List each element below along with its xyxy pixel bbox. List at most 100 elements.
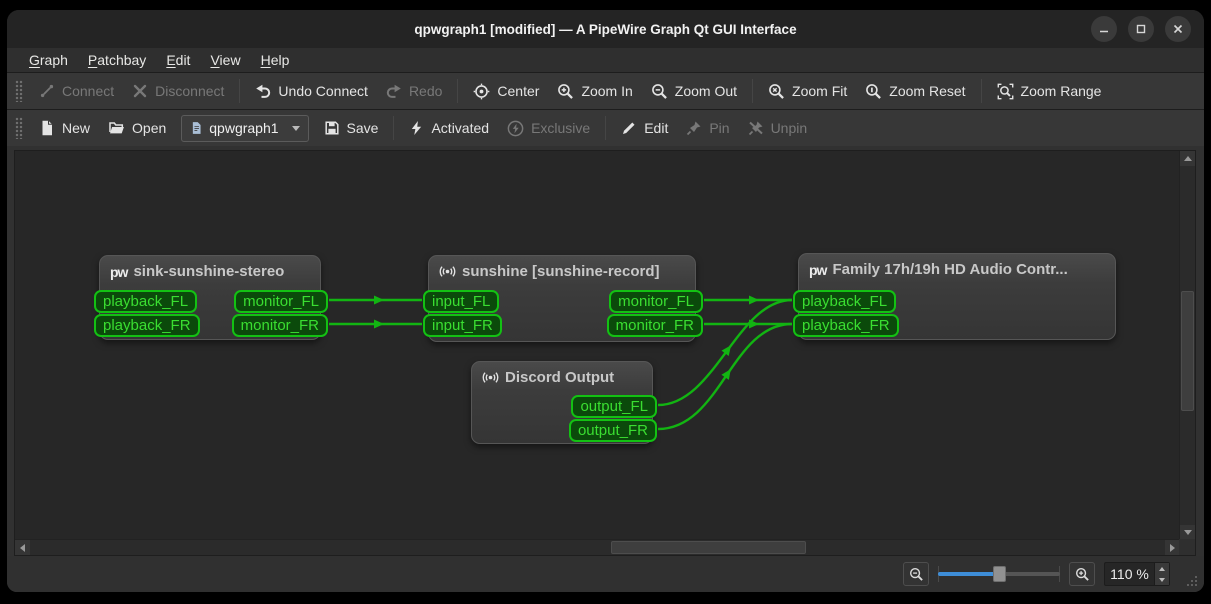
- toolbar-separator: [393, 116, 394, 140]
- edit-pencil-icon: [621, 120, 637, 136]
- toolbar-separator: [239, 79, 240, 103]
- node-title: Family 17h/19h HD Audio Contr...: [832, 261, 1067, 278]
- toolbar-separator: [752, 79, 753, 103]
- connection-arrow: [374, 320, 384, 329]
- zoom-range-icon: [997, 83, 1014, 100]
- port-playback-fr[interactable]: playback_FR: [793, 314, 899, 337]
- slider-fill: [938, 572, 999, 576]
- node-title: sink-sunshine-stereo: [133, 263, 284, 280]
- pipewire-icon: pw: [110, 264, 127, 280]
- port-playback-fl[interactable]: playback_FL: [793, 290, 896, 313]
- port-playback-fr[interactable]: playback_FR: [94, 314, 200, 337]
- horizontal-scrollbar[interactable]: [15, 539, 1180, 555]
- redo-icon: [386, 83, 402, 99]
- vertical-scrollbar[interactable]: [1179, 151, 1195, 540]
- stream-icon: [482, 369, 499, 386]
- status-zoom-in-button[interactable]: [1069, 562, 1095, 586]
- menu-edit[interactable]: Edit: [156, 50, 200, 70]
- port-monitor-fl[interactable]: monitor_FL: [609, 290, 703, 313]
- horizontal-scroll-thumb[interactable]: [611, 541, 806, 554]
- port-monitor-fl[interactable]: monitor_FL: [234, 290, 328, 313]
- pin-icon: [686, 120, 702, 136]
- patchbay-file-combobox[interactable]: qpwgraph1: [181, 115, 308, 142]
- spin-down-button[interactable]: [1155, 574, 1169, 585]
- toolbar-patchbay: New Open qpwgraph1 Save: [7, 109, 1204, 146]
- scroll-right-button[interactable]: [1165, 540, 1180, 555]
- toolbar-separator: [981, 79, 982, 103]
- node-title: Discord Output: [505, 369, 614, 386]
- toolbar-separator: [457, 79, 458, 103]
- port-monitor-fr[interactable]: monitor_FR: [232, 314, 328, 337]
- connection-arrow: [749, 296, 759, 305]
- status-zoom-out-button[interactable]: [903, 562, 929, 586]
- node-title: sunshine [sunshine-record]: [462, 263, 660, 280]
- minimize-button[interactable]: [1091, 16, 1117, 42]
- node-sunshine[interactable]: sunshine [sunshine-record] input_FL inpu…: [428, 255, 696, 342]
- menu-help[interactable]: Help: [251, 50, 300, 70]
- spin-up-button[interactable]: [1155, 563, 1169, 574]
- slider-handle[interactable]: [993, 566, 1006, 582]
- port-input-fl[interactable]: input_FL: [423, 290, 499, 313]
- close-icon: [1172, 23, 1184, 35]
- graph-canvas[interactable]: pw sink-sunshine-stereo playback_FL play…: [14, 150, 1196, 556]
- toolbar-handle[interactable]: [15, 80, 23, 102]
- port-input-fr[interactable]: input_FR: [423, 314, 502, 337]
- menu-patchbay[interactable]: Patchbay: [78, 50, 156, 70]
- zoom-out-icon: [909, 567, 924, 582]
- scrollbar-corner: [1179, 539, 1195, 555]
- menu-graph[interactable]: Graph: [19, 50, 78, 70]
- unpin-button[interactable]: Unpin: [739, 114, 817, 143]
- zoom-out-button[interactable]: Zoom Out: [642, 77, 746, 106]
- zoom-reset-button[interactable]: Zoom Reset: [856, 77, 974, 106]
- open-button[interactable]: Open: [99, 114, 175, 143]
- vertical-scroll-thumb[interactable]: [1181, 291, 1194, 411]
- zoom-slider[interactable]: [938, 564, 1060, 584]
- zoom-fit-button[interactable]: Zoom Fit: [759, 77, 856, 106]
- port-output-fl[interactable]: output_FL: [571, 395, 657, 418]
- port-playback-fl[interactable]: playback_FL: [94, 290, 197, 313]
- connection-arrow: [374, 296, 384, 305]
- zoom-in-icon: [557, 83, 574, 100]
- undo-connect-button[interactable]: Undo Connect: [246, 77, 377, 106]
- node-family-hd-audio[interactable]: pw Family 17h/19h HD Audio Contr... play…: [798, 253, 1116, 340]
- zoom-spinbox[interactable]: 110 %: [1104, 562, 1170, 586]
- edit-button[interactable]: Edit: [612, 114, 677, 143]
- arrow-up-icon: [1159, 567, 1165, 571]
- titlebar[interactable]: qpwgraph1 [modified] — A PipeWire Graph …: [7, 10, 1204, 48]
- activated-toggle[interactable]: Activated: [400, 114, 498, 143]
- menu-view[interactable]: View: [200, 50, 250, 70]
- exclusive-toggle[interactable]: Exclusive: [498, 114, 599, 143]
- port-monitor-fr[interactable]: monitor_FR: [607, 314, 703, 337]
- save-button[interactable]: Save: [315, 114, 388, 143]
- disconnect-button[interactable]: Disconnect: [123, 77, 233, 106]
- toolbar-handle[interactable]: [15, 117, 23, 139]
- center-icon: [473, 83, 490, 100]
- scroll-down-button[interactable]: [1180, 525, 1195, 540]
- exclusive-bolt-icon: [507, 120, 524, 137]
- close-button[interactable]: [1165, 16, 1191, 42]
- save-icon: [324, 120, 340, 136]
- graph-viewport[interactable]: pw sink-sunshine-stereo playback_FL play…: [15, 151, 1180, 540]
- new-button[interactable]: New: [30, 114, 99, 143]
- minimize-icon: [1098, 23, 1110, 35]
- connect-button[interactable]: Connect: [30, 77, 123, 106]
- statusbar: 110 %: [7, 556, 1204, 592]
- resize-grip[interactable]: [1184, 573, 1199, 588]
- pipewire-icon: pw: [809, 262, 826, 278]
- pin-button[interactable]: Pin: [677, 114, 738, 143]
- toolbar-separator: [605, 116, 606, 140]
- activated-bolt-icon: [409, 120, 424, 136]
- scroll-left-button[interactable]: [15, 540, 30, 555]
- zoom-in-button[interactable]: Zoom In: [548, 77, 641, 106]
- node-sink-sunshine-stereo[interactable]: pw sink-sunshine-stereo playback_FL play…: [99, 255, 321, 340]
- node-discord-output[interactable]: Discord Output output_FL output_FR: [471, 361, 653, 444]
- maximize-button[interactable]: [1128, 16, 1154, 42]
- patchbay-file-icon: [190, 121, 203, 135]
- zoom-range-button[interactable]: Zoom Range: [988, 77, 1111, 106]
- center-button[interactable]: Center: [464, 77, 548, 106]
- toolbar-main: Connect Disconnect Undo Connect Redo: [7, 72, 1204, 109]
- scroll-up-button[interactable]: [1180, 151, 1195, 166]
- port-output-fr[interactable]: output_FR: [569, 419, 657, 442]
- redo-button[interactable]: Redo: [377, 77, 451, 106]
- arrow-down-icon: [1159, 578, 1165, 582]
